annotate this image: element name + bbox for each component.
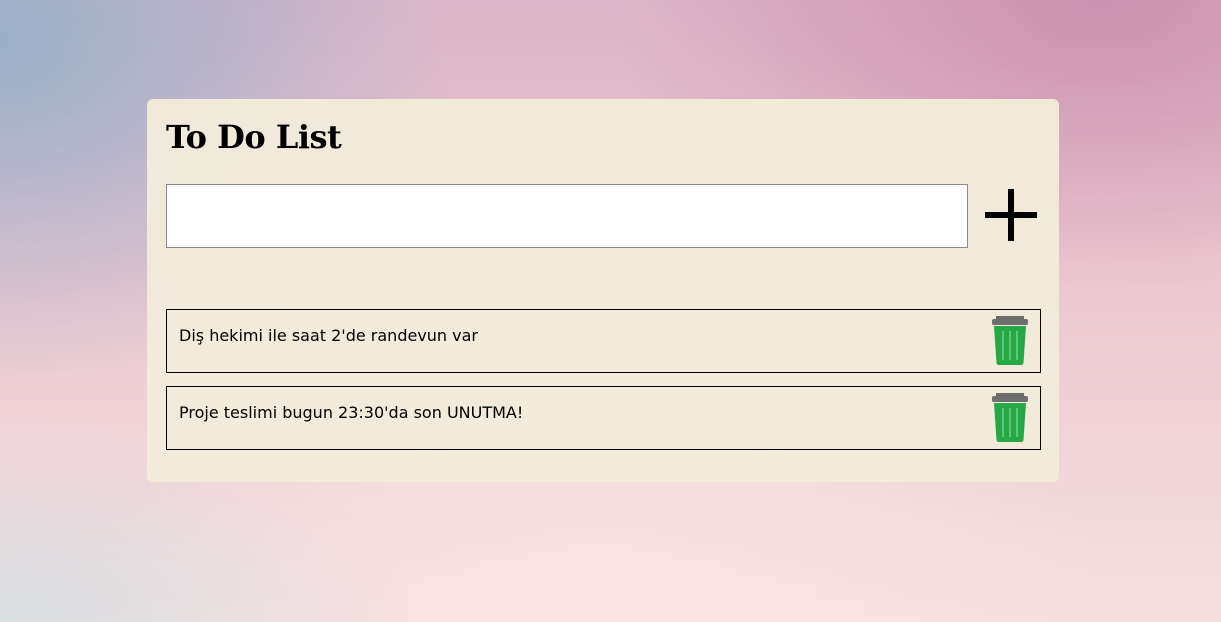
todo-item: Diş hekimi ile saat 2'de randevun var: [166, 309, 1041, 373]
trash-icon[interactable]: [990, 393, 1030, 443]
add-task-button[interactable]: [983, 187, 1039, 243]
page-title: To Do List: [166, 118, 342, 156]
todo-item: Proje teslimi bugun 23:30'da son UNUTMA!: [166, 386, 1041, 450]
trash-icon[interactable]: [990, 316, 1030, 366]
new-task-input[interactable]: [166, 184, 968, 248]
todo-item-text: Proje teslimi bugun 23:30'da son UNUTMA!: [179, 403, 524, 422]
todo-item-text: Diş hekimi ile saat 2'de randevun var: [179, 326, 478, 345]
todo-card: To Do List Diş hekimi ile saat 2'de rand…: [147, 99, 1059, 482]
